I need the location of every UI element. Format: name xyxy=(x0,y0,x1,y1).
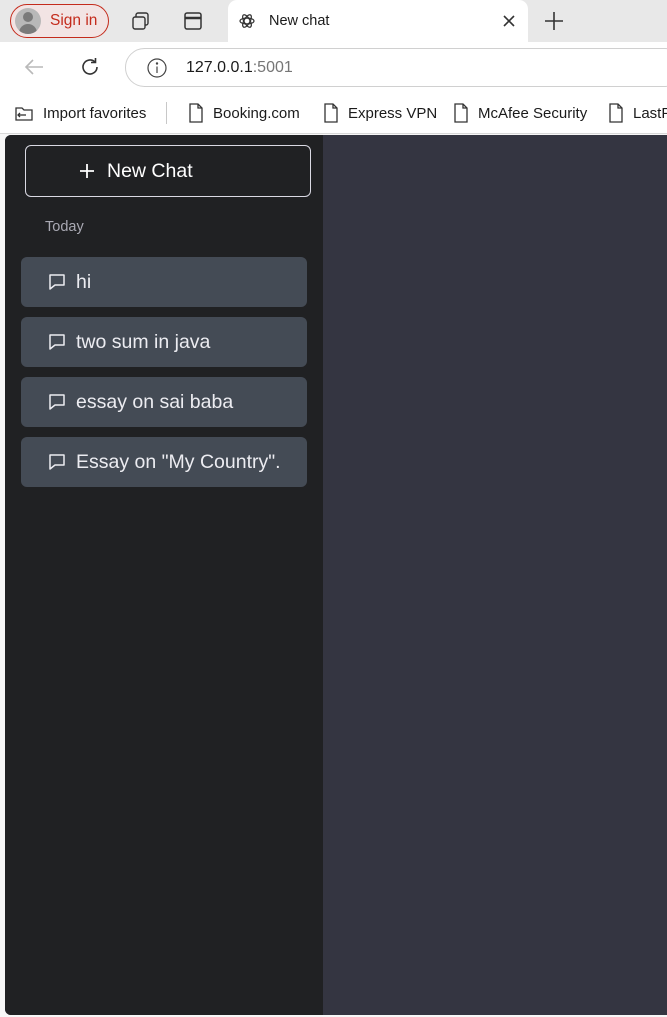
new-chat-label: New Chat xyxy=(107,159,193,182)
new-tab-icon[interactable] xyxy=(542,9,566,33)
tab-title: New chat xyxy=(269,13,330,29)
favorite-label: Express VPN xyxy=(348,104,438,122)
chat-title: hi xyxy=(76,270,92,293)
chat-bubble-icon xyxy=(47,272,67,292)
sign-in-label: Sign in xyxy=(50,12,98,29)
import-favorites-icon xyxy=(15,107,33,121)
url-input[interactable]: 127.0.0.1:5001 xyxy=(125,48,667,87)
favorite-label: Booking.com xyxy=(213,104,300,122)
favorite-label: LastP xyxy=(633,104,667,122)
page-icon xyxy=(454,103,468,123)
back-arrow-icon[interactable] xyxy=(22,55,46,79)
favorite-lastpass[interactable]: LastP xyxy=(608,102,667,124)
profile-avatar-icon xyxy=(15,8,41,34)
chat-bubble-icon xyxy=(47,392,67,412)
new-chat-button[interactable]: New Chat xyxy=(25,145,311,197)
page-icon xyxy=(324,103,338,123)
chat-bubble-icon xyxy=(47,452,67,472)
page-icon xyxy=(189,103,203,123)
sidebar: New Chat Today hi two sum in java essay … xyxy=(5,135,323,1015)
sign-in-button[interactable]: Sign in xyxy=(10,4,109,38)
chat-bubble-icon xyxy=(47,332,67,352)
chat-history-item[interactable]: Essay on "My Country". xyxy=(21,437,307,487)
favorite-import-favorites[interactable]: Import favorites xyxy=(14,102,146,124)
url-port: :5001 xyxy=(252,58,293,76)
chat-main-area xyxy=(323,135,667,1015)
favorite-label: McAfee Security xyxy=(478,104,588,122)
url-text: 127.0.0.1:5001 xyxy=(186,59,293,77)
openai-icon xyxy=(238,12,256,30)
refresh-icon[interactable] xyxy=(78,55,102,79)
favorite-label: Import favorites xyxy=(43,104,147,122)
tab-new-chat[interactable]: New chat xyxy=(228,0,528,42)
close-tab-icon[interactable] xyxy=(500,12,518,30)
chat-history-item[interactable]: essay on sai baba xyxy=(21,377,307,427)
favorites-divider xyxy=(166,102,167,124)
browser-tab-strip: Sign in New chat xyxy=(0,0,667,42)
history-section-label: Today xyxy=(45,219,84,235)
workspaces-icon[interactable] xyxy=(129,9,153,33)
favorite-booking[interactable]: Booking.com xyxy=(188,102,300,124)
favorite-express-vpn[interactable]: Express VPN xyxy=(323,102,437,124)
favorites-bar: Import favorites Booking.com Express VPN… xyxy=(0,92,667,134)
chat-app: New Chat Today hi two sum in java essay … xyxy=(5,135,667,1015)
site-info-icon[interactable] xyxy=(146,57,168,79)
chat-history-list: hi two sum in java essay on sai baba Ess… xyxy=(21,257,307,497)
chat-history-item[interactable]: two sum in java xyxy=(21,317,307,367)
chat-history-item[interactable]: hi xyxy=(21,257,307,307)
plus-icon xyxy=(78,162,96,180)
url-host: 127.0.0.1 xyxy=(186,58,253,76)
favorite-mcafee-security[interactable]: McAfee Security xyxy=(453,102,587,124)
page-icon xyxy=(609,103,623,123)
address-bar-row: 127.0.0.1:5001 xyxy=(0,42,667,92)
chat-title: essay on sai baba xyxy=(76,390,234,413)
tab-actions-icon[interactable] xyxy=(181,9,205,33)
chat-title: two sum in java xyxy=(76,330,211,353)
chat-title: Essay on "My Country". xyxy=(76,450,281,473)
